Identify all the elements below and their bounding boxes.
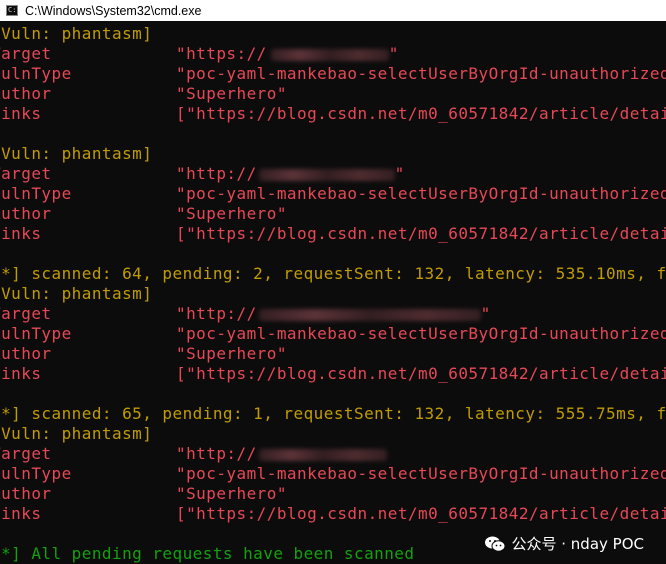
target-row: Target"http://" (0, 304, 491, 323)
vulntype-row: VulnType"poc-yaml-mankebao-selectUserByO… (0, 64, 666, 83)
vulntype-row: VulnType"poc-yaml-mankebao-selectUserByO… (0, 464, 666, 483)
redacted-url (270, 48, 389, 61)
scan-status-line: [*] scanned: 64, pending: 2, requestSent… (0, 264, 666, 283)
author-row: Author"Superhero" (0, 84, 287, 103)
links-row: Links["https://blog.csdn.net/m0_60571842… (0, 504, 666, 523)
vulntype-row: VulnType"poc-yaml-mankebao-selectUserByO… (0, 184, 666, 203)
console-output[interactable]: [Vuln: phantasm] Target"https://" VulnTy… (0, 24, 666, 564)
redacted-url (258, 168, 395, 181)
scan-status-line: [*] scanned: 65, pending: 1, requestSent… (0, 404, 666, 423)
watermark: 公众号 · nday POC (479, 531, 648, 556)
window-title: C:\Windows\System32\cmd.exe (25, 3, 202, 18)
window-titlebar[interactable]: C:\ C:\Windows\System32\cmd.exe (0, 0, 666, 21)
target-row: Target"https://" (0, 44, 399, 63)
author-row: Author"Superhero" (0, 204, 287, 223)
redacted-url (258, 308, 481, 321)
author-row: Author"Superhero" (0, 484, 287, 503)
author-row: Author"Superhero" (0, 344, 287, 363)
vuln-header: [Vuln: phantasm] (0, 424, 153, 443)
redacted-url (258, 448, 387, 461)
watermark-text: 公众号 · nday POC (511, 535, 645, 553)
links-row: Links["https://blog.csdn.net/m0_60571842… (0, 104, 666, 123)
vuln-header: [Vuln: phantasm] (0, 144, 153, 163)
links-row: Links["https://blog.csdn.net/m0_60571842… (0, 364, 666, 383)
cmd-icon: C:\ (6, 5, 18, 16)
links-row: Links["https://blog.csdn.net/m0_60571842… (0, 224, 666, 243)
target-row: Target"http://" (0, 164, 405, 183)
vulntype-row: VulnType"poc-yaml-mankebao-selectUserByO… (0, 324, 666, 343)
vuln-header: [Vuln: phantasm] (0, 24, 153, 43)
vuln-header: [Vuln: phantasm] (0, 284, 153, 303)
wechat-icon (484, 536, 505, 552)
target-row: Target"http:// (0, 444, 666, 464)
